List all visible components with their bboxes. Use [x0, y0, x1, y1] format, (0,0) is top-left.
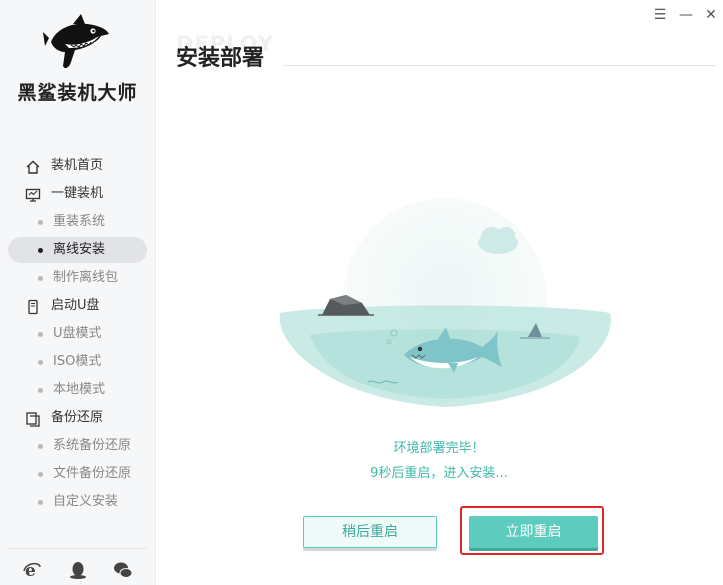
monitor-icon [25, 188, 41, 202]
sidebar-item-iso-mode[interactable]: ISO模式 [0, 348, 155, 376]
sidebar-item-label: 系统备份还原 [53, 438, 132, 453]
sidebar-item-backup-restore[interactable]: 备份还原 [0, 404, 155, 432]
backup-icon [26, 412, 40, 427]
bullet-icon [38, 332, 43, 337]
sidebar-divider [8, 548, 147, 549]
sidebar-nav: 装机首页 一键装机 重装系统 离线安装 制作离线包 启动U盘 U盘模式 ISO模… [0, 152, 155, 516]
sidebar-item-label: 重装系统 [53, 214, 106, 229]
bullet-icon [38, 360, 43, 365]
wechat-icon[interactable] [113, 560, 133, 580]
bullet-icon [38, 220, 43, 225]
sidebar: 黑鲨装机大师 装机首页 一键装机 重装系统 离线安装 制作离线包 启动U盘 U盘… [0, 0, 156, 585]
home-icon [26, 160, 40, 174]
app-logo [0, 12, 155, 80]
sidebar-item-label: 文件备份还原 [53, 466, 132, 481]
sidebar-item-local-mode[interactable]: 本地模式 [0, 376, 155, 404]
sidebar-item-label: 装机首页 [51, 158, 104, 173]
sidebar-item-usb-mode[interactable]: U盘模式 [0, 320, 155, 348]
sidebar-item-label: 制作离线包 [53, 270, 119, 285]
sidebar-item-boot-usb[interactable]: 启动U盘 [0, 292, 155, 320]
app-name: 黑鲨装机大师 [17, 82, 138, 104]
qq-icon[interactable] [68, 560, 88, 580]
page-title: 安装部署 [176, 46, 265, 71]
cloud-icon [478, 227, 518, 254]
illustration [279, 198, 611, 407]
bullet-icon [38, 444, 43, 449]
sidebar-item-label: 本地模式 [53, 382, 106, 397]
bullet-icon [38, 248, 43, 253]
sidebar-item-label: 一键装机 [51, 186, 104, 201]
sidebar-footer: e [0, 560, 155, 582]
menu-button[interactable]: ☰ [651, 6, 669, 24]
sidebar-item-label: 备份还原 [51, 410, 104, 425]
sidebar-item-label: 启动U盘 [51, 298, 100, 313]
sidebar-item-make-offline-pack[interactable]: 制作离线包 [0, 264, 155, 292]
bullet-icon [38, 276, 43, 281]
sidebar-item-label: U盘模式 [53, 326, 102, 341]
sidebar-item-system-backup[interactable]: 系统备份还原 [0, 432, 155, 460]
bullet-icon [38, 472, 43, 477]
ie-icon[interactable]: e [22, 560, 42, 581]
sidebar-item-offline-install[interactable]: 离线安装 [0, 236, 155, 264]
status-message: 环境部署完毕！ [393, 441, 485, 456]
restart-now-button[interactable]: 立即重启 [469, 516, 598, 548]
sidebar-item-label: 自定义安装 [53, 494, 119, 509]
bullet-icon [38, 388, 43, 393]
sidebar-item-reinstall[interactable]: 重装系统 [0, 208, 155, 236]
countdown-message: 9秒后重启，进入安装... [370, 466, 508, 481]
sidebar-item-label: ISO模式 [53, 354, 102, 369]
usb-icon [28, 299, 38, 315]
restart-later-button[interactable]: 稍后重启 [303, 516, 437, 548]
title-divider [283, 65, 716, 66]
sidebar-item-home[interactable]: 装机首页 [0, 152, 155, 180]
minimize-button[interactable]: — [677, 6, 695, 24]
shark-logo-icon [42, 14, 109, 69]
sidebar-item-one-click[interactable]: 一键装机 [0, 180, 155, 208]
sidebar-item-custom-install[interactable]: 自定义安装 [0, 488, 155, 516]
bullet-icon [38, 500, 43, 505]
close-button[interactable]: ✕ [702, 6, 720, 24]
sidebar-item-label: 离线安装 [53, 242, 106, 257]
sidebar-item-file-backup[interactable]: 文件备份还原 [0, 460, 155, 488]
